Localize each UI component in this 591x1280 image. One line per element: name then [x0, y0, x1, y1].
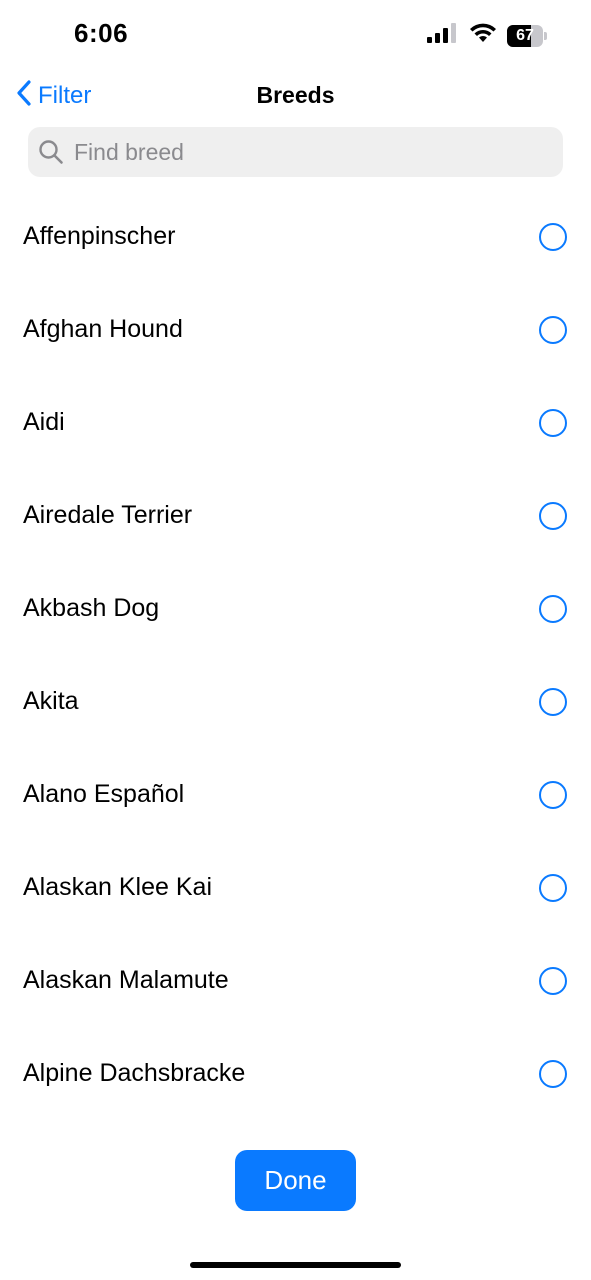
- breed-label: Akita: [23, 687, 79, 715]
- search-input[interactable]: [72, 137, 546, 167]
- breed-row[interactable]: Aidi: [0, 376, 591, 469]
- breed-list: Affenpinscher Afghan Hound Aidi Airedale Te…: [0, 190, 591, 1120]
- breed-row[interactable]: Afghan Hound: [0, 283, 591, 376]
- radio-button[interactable]: [539, 408, 567, 437]
- breed-label: Alano Español: [23, 780, 185, 808]
- breed-label: Aidi: [23, 408, 65, 436]
- home-indicator: [190, 1262, 401, 1268]
- breed-label: Alaskan Malamute: [23, 966, 229, 994]
- radio-button[interactable]: [539, 687, 567, 716]
- page-title: Breeds: [256, 82, 335, 108]
- radio-button[interactable]: [539, 873, 567, 902]
- breed-label: Afghan Hound: [23, 315, 183, 343]
- breed-row[interactable]: Alaskan Malamute: [0, 934, 591, 1027]
- breed-label: Affenpinscher: [23, 222, 176, 250]
- breed-label: Akbash Dog: [23, 594, 160, 622]
- done-button[interactable]: Done: [235, 1150, 356, 1211]
- radio-button[interactable]: [539, 501, 567, 530]
- breed-row[interactable]: Affenpinscher: [0, 190, 591, 283]
- breed-row[interactable]: Akbash Dog: [0, 562, 591, 655]
- breed-row[interactable]: Alpine Dachsbracke: [0, 1027, 591, 1120]
- wifi-icon: [469, 22, 497, 49]
- radio-button[interactable]: [539, 594, 567, 623]
- radio-button[interactable]: [539, 315, 567, 344]
- battery-icon: 67: [507, 24, 547, 47]
- breed-row[interactable]: Akita: [0, 655, 591, 748]
- breed-label: Alaskan Klee Kai: [23, 873, 213, 901]
- search-field[interactable]: [28, 127, 563, 177]
- breed-label: Airedale Terrier: [23, 501, 193, 529]
- radio-button[interactable]: [539, 222, 567, 251]
- breed-row[interactable]: Alaskan Klee Kai: [0, 841, 591, 934]
- cellular-signal-icon: [427, 23, 459, 48]
- search-icon: [38, 139, 64, 165]
- radio-button[interactable]: [539, 780, 567, 809]
- radio-button[interactable]: [539, 966, 567, 995]
- status-time: 6:06: [74, 18, 129, 48]
- nav-bar: Filter Breeds: [0, 70, 591, 122]
- radio-button[interactable]: [539, 1059, 567, 1088]
- status-icons: 67: [427, 22, 547, 49]
- breed-row[interactable]: Airedale Terrier: [0, 469, 591, 562]
- battery-level: 67: [516, 26, 534, 44]
- breed-label: Alpine Dachsbracke: [23, 1059, 246, 1087]
- breed-row[interactable]: Alano Español: [0, 748, 591, 841]
- status-bar: 6:06 67: [0, 0, 591, 70]
